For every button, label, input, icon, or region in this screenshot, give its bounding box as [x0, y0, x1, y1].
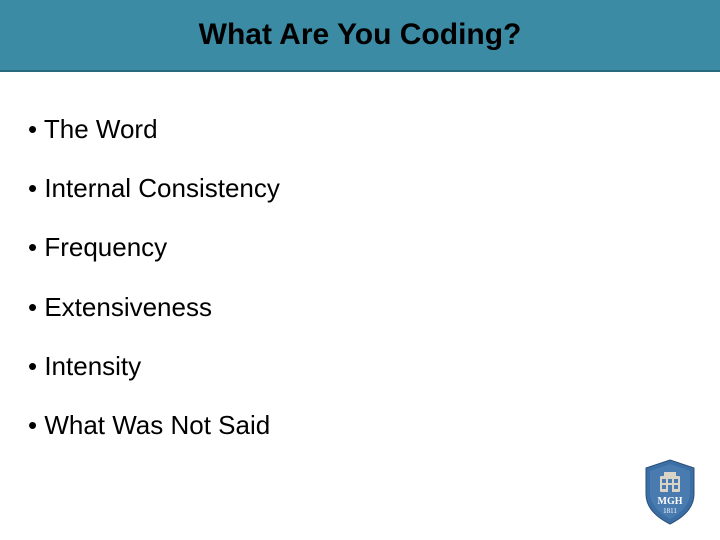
slide-title: What Are You Coding? — [199, 18, 522, 52]
slide-content: The Word Internal Consistency Frequency … — [0, 72, 720, 441]
list-item: Frequency — [28, 232, 692, 263]
list-item: Intensity — [28, 351, 692, 382]
list-item: Internal Consistency — [28, 173, 692, 204]
mgh-logo: MGH 1811 — [642, 458, 698, 526]
list-item: Extensiveness — [28, 292, 692, 323]
logo-year-text: 1811 — [663, 507, 677, 515]
title-bar: What Are You Coding? — [0, 0, 720, 72]
list-item: The Word — [28, 114, 692, 145]
logo-org-text: MGH — [658, 496, 683, 507]
list-item: What Was Not Said — [28, 410, 692, 441]
bullet-list: The Word Internal Consistency Frequency … — [28, 114, 692, 441]
